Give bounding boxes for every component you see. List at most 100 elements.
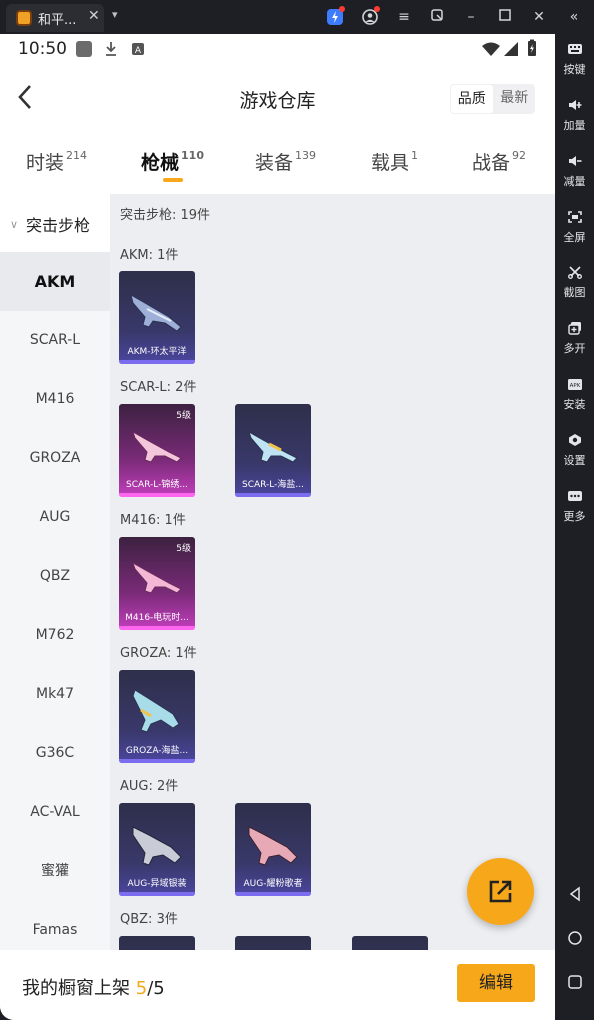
section-title: AKM: 1件 [120, 248, 179, 263]
skin-card[interactable] [119, 936, 195, 950]
sidebar-label: 全屏 [563, 231, 586, 244]
rarity-bar [119, 892, 195, 896]
tab-label: 枪械 [141, 152, 180, 174]
back-nav-icon[interactable] [567, 886, 583, 902]
skin-name: GROZA-海盐... [125, 746, 189, 756]
status-bar: 10:50 A [0, 34, 555, 64]
tab-fashion[interactable]: 时装 214 [26, 148, 87, 175]
sidebar-label: 减量 [563, 175, 586, 188]
minimize-icon[interactable]: – [462, 8, 480, 26]
skin-card[interactable] [352, 936, 428, 950]
share-button[interactable] [467, 858, 534, 925]
weapon-group-header[interactable]: ∨ 突击步枪 [0, 194, 110, 252]
sidebar-keymap[interactable]: 按键 [555, 42, 594, 77]
sidebar-label: 多开 [563, 342, 586, 355]
skin-name: AUG-耀粉歌者 [243, 879, 303, 889]
tab-firearms[interactable]: 枪械 110 [141, 148, 204, 175]
weapon-item-mk47[interactable]: Mk47 [0, 665, 110, 724]
sidebar-settings[interactable]: 设置 [555, 433, 594, 468]
weapon-list: ∨ 突击步枪 AKM SCAR-L M416 GROZA AUG QBZ M76… [0, 194, 110, 950]
external-link-icon [489, 880, 512, 903]
skin-card[interactable]: 5级 SCAR-L-锦绣... [119, 404, 195, 497]
skin-card[interactable]: 5级 M416-电玩时... [119, 537, 195, 630]
collapse-sidebar-icon[interactable]: « [565, 8, 583, 26]
weapon-group-label: 突击步枪 [26, 216, 91, 235]
fullscreen-icon [567, 211, 582, 223]
weapon-item-honey-badger[interactable]: 蜜獾 [0, 842, 110, 901]
sidebar-more[interactable]: 更多 [555, 489, 594, 524]
boost-icon[interactable] [326, 6, 345, 26]
sidebar-label: 安装 [563, 398, 586, 411]
weapon-item-scar-l[interactable]: SCAR-L [0, 311, 110, 370]
chevron-down-icon: ∨ [10, 218, 19, 231]
wifi-icon [482, 42, 500, 56]
sidebar-install-apk[interactable]: APK 安装 [555, 377, 594, 412]
weapon-item-aug[interactable]: AUG [0, 488, 110, 547]
maximize-icon[interactable] [496, 8, 514, 26]
edit-button[interactable]: 编辑 [457, 964, 535, 1002]
volume-up-icon [568, 100, 581, 110]
app-tab[interactable]: 和平... ✕ [6, 4, 104, 32]
apk-install-icon: APK [567, 379, 582, 390]
sort-quality-button[interactable]: 品质 [451, 85, 493, 113]
rarity-bar [119, 493, 195, 497]
showcase-total: /5 [147, 978, 165, 999]
rifle-icon [132, 430, 182, 463]
tab-equipment[interactable]: 装备 139 [255, 148, 316, 175]
tab-count: 1 [411, 149, 419, 162]
keyboard-a-icon: A [132, 43, 144, 56]
skin-card[interactable] [235, 936, 311, 950]
account-icon[interactable] [361, 6, 380, 26]
weapon-item-famas[interactable]: Famas [0, 901, 110, 950]
recents-nav-icon[interactable] [567, 974, 583, 990]
weapon-item-ac-val[interactable]: AC-VAL [0, 783, 110, 842]
skin-card[interactable]: SCAR-L-海盐... [235, 404, 311, 497]
sidebar-label: 按键 [563, 63, 586, 76]
skin-card[interactable]: AUG-耀粉歌者 [235, 803, 311, 896]
weapon-item-g36c[interactable]: G36C [0, 724, 110, 783]
sidebar-volume-down[interactable]: 减量 [555, 154, 594, 189]
skin-name: AKM-环太平洋 [127, 347, 187, 357]
battery-icon [528, 39, 536, 56]
tab-supplies[interactable]: 战备 92 [472, 148, 526, 175]
section-title: QBZ: 3件 [120, 912, 178, 927]
rifle-icon [248, 826, 298, 866]
weapon-item-akm[interactable]: AKM [0, 252, 110, 311]
sort-latest-button[interactable]: 最新 [494, 84, 536, 114]
app-tab-title: 和平... [38, 13, 77, 28]
skin-grid: 突击步枪: 19件 AKM: 1件 AKM-环太平洋 SCAR-L: 2件 5级… [110, 194, 555, 950]
weapon-item-qbz[interactable]: QBZ [0, 547, 110, 606]
settings-icon [568, 434, 581, 446]
weapon-item-groza[interactable]: GROZA [0, 429, 110, 488]
tab-count: 92 [512, 149, 527, 162]
rarity-bar [235, 493, 311, 497]
rarity-bar [119, 759, 195, 763]
skin-card[interactable]: AUG-异域银装 [119, 803, 195, 896]
sidebar-screenshot[interactable]: 截图 [555, 265, 594, 300]
weapon-item-m416[interactable]: M416 [0, 370, 110, 429]
footer-bar: 我的橱窗上架 5/5 编辑 [0, 950, 555, 1020]
weapon-item-m762[interactable]: M762 [0, 606, 110, 665]
rifle-icon [248, 430, 298, 463]
home-nav-icon[interactable] [567, 930, 583, 946]
sidebar-label: 加量 [563, 119, 586, 132]
close-tab-icon[interactable]: ✕ [88, 8, 100, 24]
multi-instance-icon [567, 322, 581, 335]
section-title: M416: 1件 [120, 513, 186, 528]
close-window-icon[interactable]: ✕ [530, 8, 548, 26]
notification-icon [76, 41, 92, 57]
tab-count: 139 [295, 149, 317, 162]
sidebar-multi-instance[interactable]: 多开 [555, 321, 594, 356]
sidebar-label: 更多 [563, 510, 586, 523]
skin-card[interactable]: GROZA-海盐... [119, 670, 195, 763]
chevron-down-icon[interactable]: ▾ [112, 8, 118, 21]
section-title: AUG: 2件 [120, 779, 179, 794]
popout-icon[interactable] [428, 8, 446, 26]
tab-label: 时装 [26, 152, 65, 174]
signal-icon [504, 42, 518, 56]
sidebar-fullscreen[interactable]: 全屏 [555, 210, 594, 245]
sidebar-volume-up[interactable]: 加量 [555, 98, 594, 133]
skin-card[interactable]: AKM-环太平洋 [119, 271, 195, 364]
menu-icon[interactable]: ≡ [395, 8, 413, 26]
tab-vehicles[interactable]: 载具 1 [371, 148, 418, 175]
